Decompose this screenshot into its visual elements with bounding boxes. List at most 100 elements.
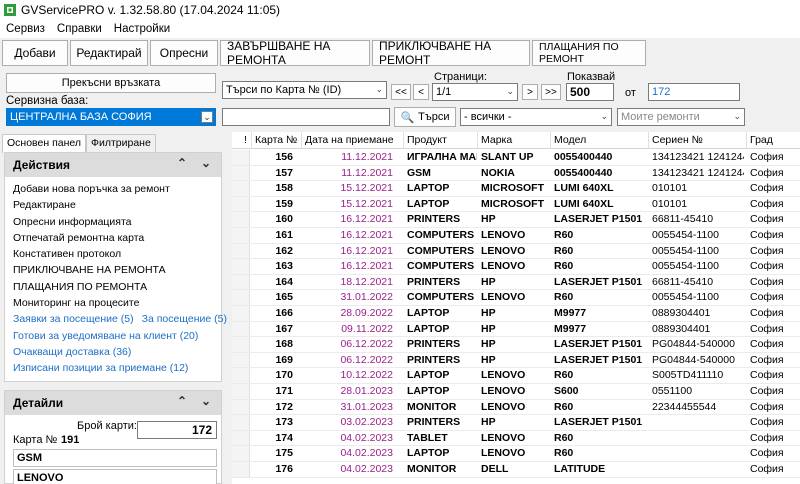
finish-repair-button[interactable]: ЗАВЪРШВАНЕ НА РЕМОНТА xyxy=(220,39,370,67)
payments-button[interactable]: ПЛАЩАНИЯ ПО РЕМОНТ xyxy=(532,40,646,66)
table-row[interactable]: 168 06.12.2022 PRINTERS HP LASERJET P1501 PG0… xyxy=(232,337,800,353)
action-label[interactable]: Очакващи доставка (36) xyxy=(13,346,131,358)
row-selector[interactable] xyxy=(232,150,250,165)
table-row[interactable]: 159 15.12.2021 LAPTOP MICROSOFT LUMI 640XL 01… xyxy=(232,196,800,213)
table-row[interactable]: 170 10.12.2022 LAPTOP LENOVO R60 S005TD411110… xyxy=(232,368,800,384)
action-label[interactable]: Опресни информацията xyxy=(13,216,132,228)
action-item[interactable]: ПРИКЛЮЧВАНЕ НА РЕМОНТА xyxy=(5,262,221,278)
add-button[interactable]: Добави xyxy=(2,40,68,66)
action-label[interactable]: Добави нова поръчка за ремонт xyxy=(13,183,170,195)
action-label[interactable]: ПРИКЛЮЧВАНЕ НА РЕМОНТА xyxy=(13,264,166,276)
row-selector[interactable] xyxy=(232,368,250,383)
row-selector[interactable] xyxy=(232,274,250,290)
search-button[interactable]: 🔍 Търси xyxy=(394,107,456,127)
action-label[interactable]: Изписани позиции за приемане (12) xyxy=(13,362,188,374)
table-row[interactable]: 156 11.12.2021 ИГРАЛНА МАШИНА SLANT UP 00554… xyxy=(232,150,800,166)
col-product[interactable]: Продукт xyxy=(407,134,447,146)
table-row[interactable]: 174 04.02.2023 TABLET LENOVO R60 София xyxy=(232,430,800,447)
action-label[interactable]: Констативен протокол xyxy=(13,248,121,260)
table-row[interactable]: 166 28.09.2022 LAPTOP HP M9977 0889304401 Софи… xyxy=(232,306,800,322)
action-label[interactable]: Готови за уведомяване на клиент (20) xyxy=(13,330,198,342)
row-selector[interactable] xyxy=(232,321,250,337)
table-row[interactable]: 157 11.12.2021 GSM NOKIA 0055400440 134123421… xyxy=(232,165,800,182)
service-base-select[interactable]: ЦЕНТРАЛНА БАЗА СОФИЯ ⌄ xyxy=(6,108,216,126)
action-item[interactable]: Констативен протокол xyxy=(5,246,221,262)
table-row[interactable]: 171 28.01.2023 LAPTOP LENOVO S600 0551100 Софи… xyxy=(232,384,800,400)
table-row[interactable]: 173 03.02.2023 PRINTERS HP LASERJET P1501 Соф… xyxy=(232,415,800,431)
row-selector[interactable] xyxy=(232,337,250,352)
disconnect-button[interactable]: Прекъсни връзката xyxy=(6,73,216,93)
action-item[interactable]: Очакващи доставка (36) xyxy=(5,344,221,360)
row-selector[interactable] xyxy=(232,430,250,446)
row-selector[interactable] xyxy=(232,259,250,274)
action-item[interactable]: Отпечатай ремонтна карта xyxy=(5,230,221,246)
row-selector[interactable] xyxy=(232,462,250,477)
row-selector[interactable] xyxy=(232,306,250,321)
menu-reports[interactable]: Справки xyxy=(57,23,102,35)
action-label[interactable]: Редактиране xyxy=(13,199,76,211)
table-row[interactable]: 163 16.12.2021 COMPUTERS LENOVO R60 0055454-1… xyxy=(232,259,800,275)
row-selector[interactable] xyxy=(232,446,250,461)
page-select[interactable]: 1/1 ⌄ xyxy=(432,83,518,101)
row-selector[interactable] xyxy=(232,228,250,243)
table-row[interactable]: 167 09.11.2022 LAPTOP HP M9977 0889304401 Софи… xyxy=(232,321,800,338)
chevron-down-icon[interactable]: ⌄ xyxy=(201,394,211,408)
chevron-up-icon[interactable]: ⌃ xyxy=(177,394,187,408)
action-label[interactable]: Мониторинг на процесите xyxy=(13,297,139,309)
filter-select[interactable]: - всички - ⌄ xyxy=(460,108,612,126)
next-page-button[interactable]: > xyxy=(522,84,538,100)
refresh-button[interactable]: Опресни xyxy=(150,40,218,66)
table-row[interactable]: 172 31.01.2023 MONITOR LENOVO R60 22344455544… xyxy=(232,399,800,416)
col-city[interactable]: Град xyxy=(750,134,773,146)
action-item[interactable]: Опресни информацията xyxy=(5,214,221,230)
search-mode-select[interactable]: Търси по Карта № (ID) ⌄ xyxy=(222,81,387,99)
chevron-down-icon[interactable]: ⌄ xyxy=(201,156,211,170)
row-selector[interactable] xyxy=(232,399,250,415)
search-input[interactable] xyxy=(222,108,390,126)
table-row[interactable]: 162 16.12.2021 COMPUTERS LENOVO R60 0055454-1… xyxy=(232,243,800,260)
row-selector[interactable] xyxy=(232,196,250,212)
row-selector[interactable] xyxy=(232,212,250,227)
row-selector[interactable] xyxy=(232,290,250,305)
tab-main-panel[interactable]: Основен панел xyxy=(2,134,87,153)
last-page-button[interactable]: >> xyxy=(541,84,561,100)
col-brand[interactable]: Марка xyxy=(481,134,512,146)
table-row[interactable]: 175 04.02.2023 LAPTOP LENOVO R60 София xyxy=(232,446,800,462)
my-repairs-select[interactable]: Моите ремонти ⌄ xyxy=(617,108,745,126)
table-row[interactable]: 164 18.12.2021 PRINTERS HP LASERJET P1501 668… xyxy=(232,274,800,291)
chevron-up-icon[interactable]: ⌃ xyxy=(177,156,187,170)
row-selector[interactable] xyxy=(232,165,250,181)
action-extra-link[interactable]: За посещение (5) xyxy=(142,313,227,325)
action-label[interactable]: Отпечатай ремонтна карта xyxy=(13,232,144,244)
col-date[interactable]: Дата на приемане xyxy=(305,134,394,146)
show-count-input[interactable]: 500 xyxy=(566,83,614,101)
col-model[interactable]: Модел xyxy=(554,134,586,146)
table-row[interactable]: 176 04.02.2023 MONITOR DELL LATITUDE София xyxy=(232,462,800,478)
col-flag[interactable]: ! xyxy=(244,134,247,146)
table-row[interactable]: 161 16.12.2021 COMPUTERS LENOVO R60 0055454-1… xyxy=(232,228,800,244)
table-row[interactable]: 160 16.12.2021 PRINTERS HP LASERJET P1501 668… xyxy=(232,212,800,228)
tab-filter[interactable]: Филтриране xyxy=(86,134,156,152)
dropdown-arrow-icon[interactable]: ⌄ xyxy=(201,111,213,123)
table-row[interactable]: 158 15.12.2021 LAPTOP MICROSOFT LUMI 640XL 01… xyxy=(232,181,800,197)
row-selector[interactable] xyxy=(232,384,250,399)
row-selector[interactable] xyxy=(232,415,250,430)
row-selector[interactable] xyxy=(232,181,250,196)
action-item[interactable]: Готови за уведомяване на клиент (20) xyxy=(5,328,221,344)
menu-service[interactable]: Сервиз xyxy=(6,23,45,35)
action-label[interactable]: Заявки за посещение (5) xyxy=(13,313,134,325)
action-item[interactable]: Редактиране xyxy=(5,197,221,213)
action-label[interactable]: ПЛАЩАНИЯ ПО РЕМОНТА xyxy=(13,281,147,293)
menu-settings[interactable]: Настройки xyxy=(114,23,170,35)
close-repair-button[interactable]: ПРИКЛЮЧВАНЕ НА РЕМОНТ xyxy=(372,39,530,67)
table-row[interactable]: 169 06.12.2022 PRINTERS HP LASERJET P1501 PG0… xyxy=(232,352,800,369)
action-item[interactable]: Изписани позиции за приемане (12) xyxy=(5,360,221,376)
table-row[interactable]: 165 31.01.2022 COMPUTERS LENOVO R60 0055454-1… xyxy=(232,290,800,306)
action-item[interactable]: Добави нова поръчка за ремонт xyxy=(5,181,221,197)
action-item[interactable]: ПЛАЩАНИЯ ПО РЕМОНТА xyxy=(5,279,221,295)
prev-page-button[interactable]: < xyxy=(413,84,429,100)
action-item[interactable]: Заявки за посещение (5) За посещение (5) xyxy=(5,311,227,327)
action-item[interactable]: Мониторинг на процесите xyxy=(5,295,221,311)
col-card-no[interactable]: Карта № xyxy=(255,134,297,146)
edit-button[interactable]: Редактирай xyxy=(70,40,148,66)
